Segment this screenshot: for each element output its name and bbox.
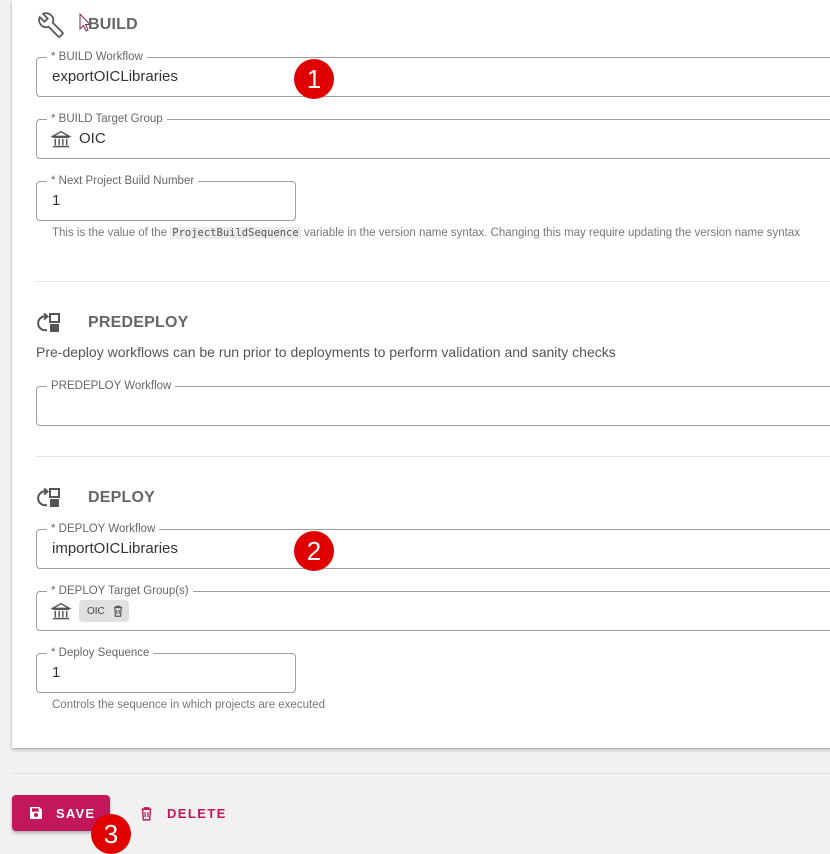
build-section-title: BUILD (88, 16, 138, 33)
build-number-hint: This is the value of the ProjectBuildSeq… (52, 227, 800, 239)
build-workflow-label: * BUILD Workflow (47, 50, 147, 64)
annotation-badge-1: 1 (294, 59, 334, 99)
build-number-field[interactable]: * Next Project Build Number 1 (36, 174, 296, 221)
bank-icon (50, 602, 72, 620)
chip-label: OIC (87, 605, 105, 617)
build-target-group-label: * BUILD Target Group (47, 112, 167, 126)
build-sequence-code: ProjectBuildSequence (170, 227, 301, 239)
build-number-value: 1 (52, 192, 61, 209)
footer-divider (12, 773, 830, 774)
section-divider (36, 281, 830, 282)
annotation-badge-3: 3 (91, 814, 131, 854)
predeploy-section-title: PREDEPLOY (88, 314, 189, 331)
floppy-disk-icon (30, 807, 42, 819)
deploy-workflow-label: * DEPLOY Workflow (47, 522, 160, 536)
delete-button-label: DELETE (167, 805, 227, 821)
trash-icon (141, 806, 152, 821)
build-target-group-value: OIC (79, 130, 106, 147)
predeploy-workflow-field[interactable]: PREDEPLOY Workflow (36, 379, 830, 426)
predeploy-description: Pre-deploy workflows can be run prior to… (36, 344, 616, 360)
build-target-group-field[interactable]: * BUILD Target Group OIC (36, 112, 830, 159)
bank-icon (50, 130, 72, 148)
workflow-sync-icon (37, 487, 60, 507)
deploy-workflow-field[interactable]: * DEPLOY Workflow importOICLibraries (36, 522, 830, 569)
build-number-label: * Next Project Build Number (47, 174, 199, 188)
build-workflow-field[interactable]: * BUILD Workflow exportOICLibraries (36, 50, 830, 97)
wrench-icon (38, 12, 64, 38)
deploy-sequence-hint: Controls the sequence in which projects … (52, 699, 325, 711)
deploy-workflow-value: importOICLibraries (52, 540, 178, 557)
deploy-target-groups-label: * DEPLOY Target Group(s) (47, 584, 193, 598)
deploy-section-title: DEPLOY (88, 489, 155, 506)
delete-button[interactable]: DELETE (138, 798, 227, 828)
save-button-label: SAVE (56, 805, 96, 821)
deploy-sequence-field[interactable]: * Deploy Sequence 1 (36, 646, 296, 693)
section-divider (36, 456, 830, 457)
trash-icon[interactable] (111, 604, 125, 618)
annotation-badge-2: 2 (294, 531, 334, 571)
deploy-sequence-value: 1 (52, 664, 61, 681)
predeploy-workflow-label: PREDEPLOY Workflow (47, 379, 176, 393)
deploy-sequence-label: * Deploy Sequence (47, 646, 154, 660)
build-workflow-value: exportOICLibraries (52, 68, 178, 85)
deploy-target-groups-field[interactable]: * DEPLOY Target Group(s) OIC (36, 584, 830, 631)
target-group-chip[interactable]: OIC (79, 600, 129, 622)
workflow-sync-icon (37, 312, 60, 332)
